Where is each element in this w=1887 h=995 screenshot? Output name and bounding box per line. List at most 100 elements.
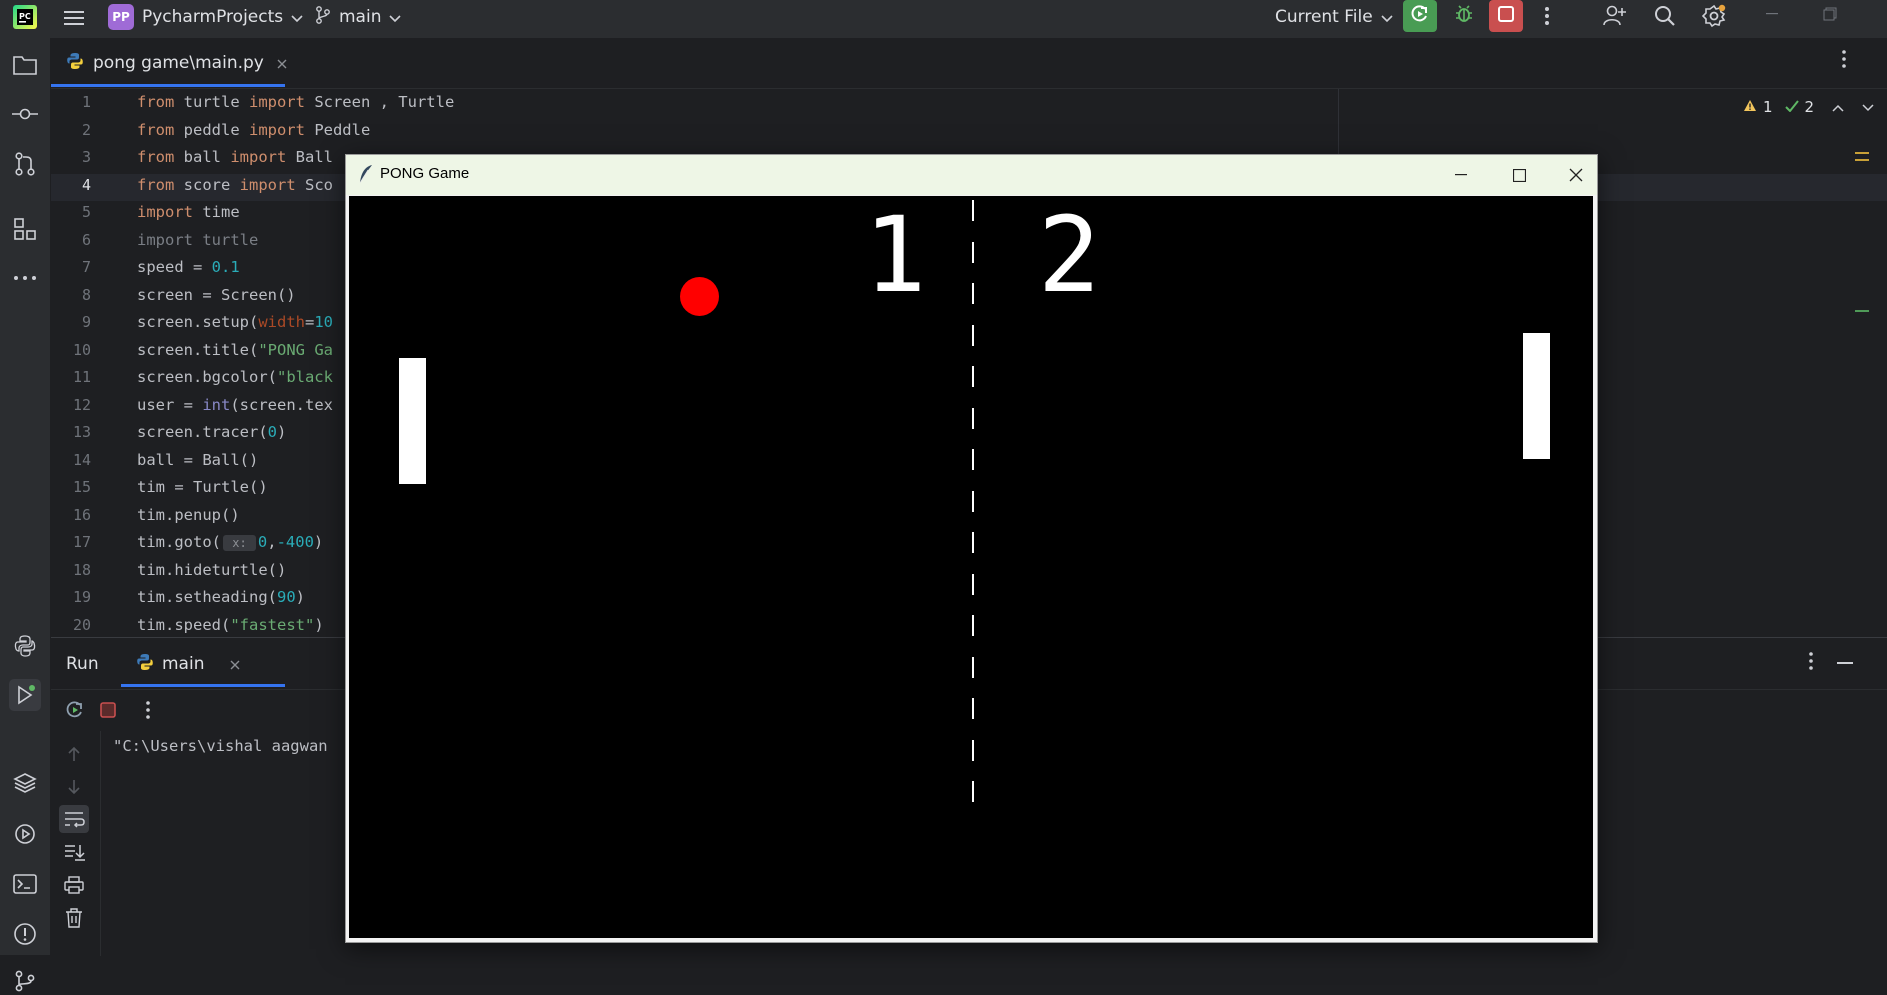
pong-ball [680,277,719,316]
tab-options-icon[interactable] [1842,50,1852,74]
left-paddle [399,358,426,484]
net-dash [972,698,974,719]
run-panel-options-icon[interactable] [1809,652,1819,674]
code-line: tim.speed("fastest") [137,616,324,634]
stop-button[interactable] [1489,0,1523,32]
net-dash [972,781,974,802]
pong-minimize-icon[interactable] [1446,163,1476,187]
net-dash [972,532,974,553]
branch-selector[interactable]: main [315,2,402,32]
chevron-down-icon [291,8,303,27]
scroll-to-end-icon[interactable] [63,843,85,865]
scroll-up-icon[interactable] [67,746,81,766]
layers-icon[interactable] [11,769,39,797]
bug-icon [1454,4,1474,28]
score-right: 2 [1037,194,1101,316]
ide-minimize-icon[interactable] [1758,2,1786,26]
close-run-tab-icon[interactable] [230,655,240,674]
scroll-down-icon[interactable] [67,779,81,799]
project-selector[interactable]: PP PycharmProjects [108,2,303,32]
chevron-up-icon[interactable] [1832,98,1844,116]
main-menu-icon[interactable] [60,4,88,32]
code-line: screen.title("PONG Ga [137,341,333,359]
code-token: screen = Screen() [137,285,296,304]
code-token: ) [313,533,324,551]
svg-text:PC: PC [19,12,31,21]
ide-restore-icon[interactable] [1816,2,1844,26]
run-tab-main[interactable]: main [136,644,240,684]
code-token: screen.setup( [137,313,259,331]
problems-icon[interactable] [11,920,39,948]
debug-button[interactable] [1448,0,1480,32]
rerun-button[interactable] [1403,0,1437,32]
stop-icon[interactable] [100,702,116,718]
code-token: 90 [276,588,296,606]
net-dash [972,366,974,387]
console-side-toolbar [51,731,101,956]
run-configuration-selector[interactable]: Current File [1275,2,1393,32]
run-tool-window-icon[interactable] [9,679,41,711]
inspections-widget[interactable]: 1 2 [1743,97,1874,117]
pong-window-title-bar[interactable]: PONG Game [346,155,1597,195]
code-token: import [230,148,287,166]
trash-icon[interactable] [65,908,83,932]
settings-gear-icon[interactable] [1698,0,1730,32]
run-more-icon[interactable] [146,701,152,721]
line-number: 11 [72,368,91,386]
code-line: from peddle import Peddle [137,121,370,139]
services-icon[interactable] [11,820,39,848]
close-tab-icon[interactable] [277,54,287,73]
warning-count: 1 [1763,98,1773,116]
pong-maximize-icon[interactable] [1504,163,1534,187]
pong-canvas[interactable]: 1 2 [349,196,1593,938]
code-line: tim.penup() [137,506,240,524]
code-line: screen.setup(width=10 [137,313,333,331]
chevron-down-icon[interactable] [1862,98,1874,116]
code-token: ) [314,615,324,634]
pong-close-icon[interactable] [1561,163,1591,187]
editor-tab-main-py[interactable]: pong game\main.py [66,48,287,78]
line-number: 10 [72,340,91,359]
line-number: 3 [81,148,91,166]
commit-icon[interactable] [11,100,39,128]
chevron-down-icon [389,8,402,27]
right-paddle [1523,333,1550,459]
code-token: from [137,120,175,139]
scrollbar-warning-marker [1855,152,1869,154]
code-token: , [267,533,277,551]
git-icon[interactable] [11,967,39,995]
pycharm-logo-icon: PC [12,4,38,30]
code-token: import [239,175,296,194]
active-tab-indicator [51,84,285,87]
net-dash [972,324,974,346]
hide-panel-icon[interactable] [1837,662,1853,664]
more-actions-icon[interactable] [1535,0,1559,32]
code-line: screen.bgcolor("black [137,368,333,386]
python-console-icon[interactable] [11,632,39,660]
code-token: = [305,313,315,331]
code-token: x: [223,535,256,551]
soft-wrap-icon[interactable] [59,805,89,833]
line-number: 9 [81,313,91,331]
print-icon[interactable] [64,876,84,898]
typo-count: 2 [1804,98,1815,116]
code-token: tim.penup() [137,505,240,524]
more-tool-windows-icon[interactable] [11,264,39,292]
structure-icon[interactable] [11,215,39,243]
pull-requests-icon[interactable] [11,150,39,178]
code-line: import time [137,203,240,221]
project-folder-icon[interactable] [11,51,39,79]
line-number: 19 [72,588,91,606]
ide-title-bar: PC PP PycharmProjects main Current File [0,0,1887,38]
code-token: "PONG Ga [258,340,333,359]
code-token: 0 [267,423,277,441]
rerun-icon[interactable] [65,700,85,720]
search-icon[interactable] [1649,0,1681,32]
code-line: from turtle import Screen , Turtle [137,93,454,111]
line-number: 4 [81,175,91,194]
tool-window-stripe [0,38,51,992]
terminal-icon[interactable] [11,870,39,898]
code-with-me-icon[interactable] [1598,0,1630,32]
code-token: import turtle [137,230,259,249]
line-number: 20 [72,615,91,634]
